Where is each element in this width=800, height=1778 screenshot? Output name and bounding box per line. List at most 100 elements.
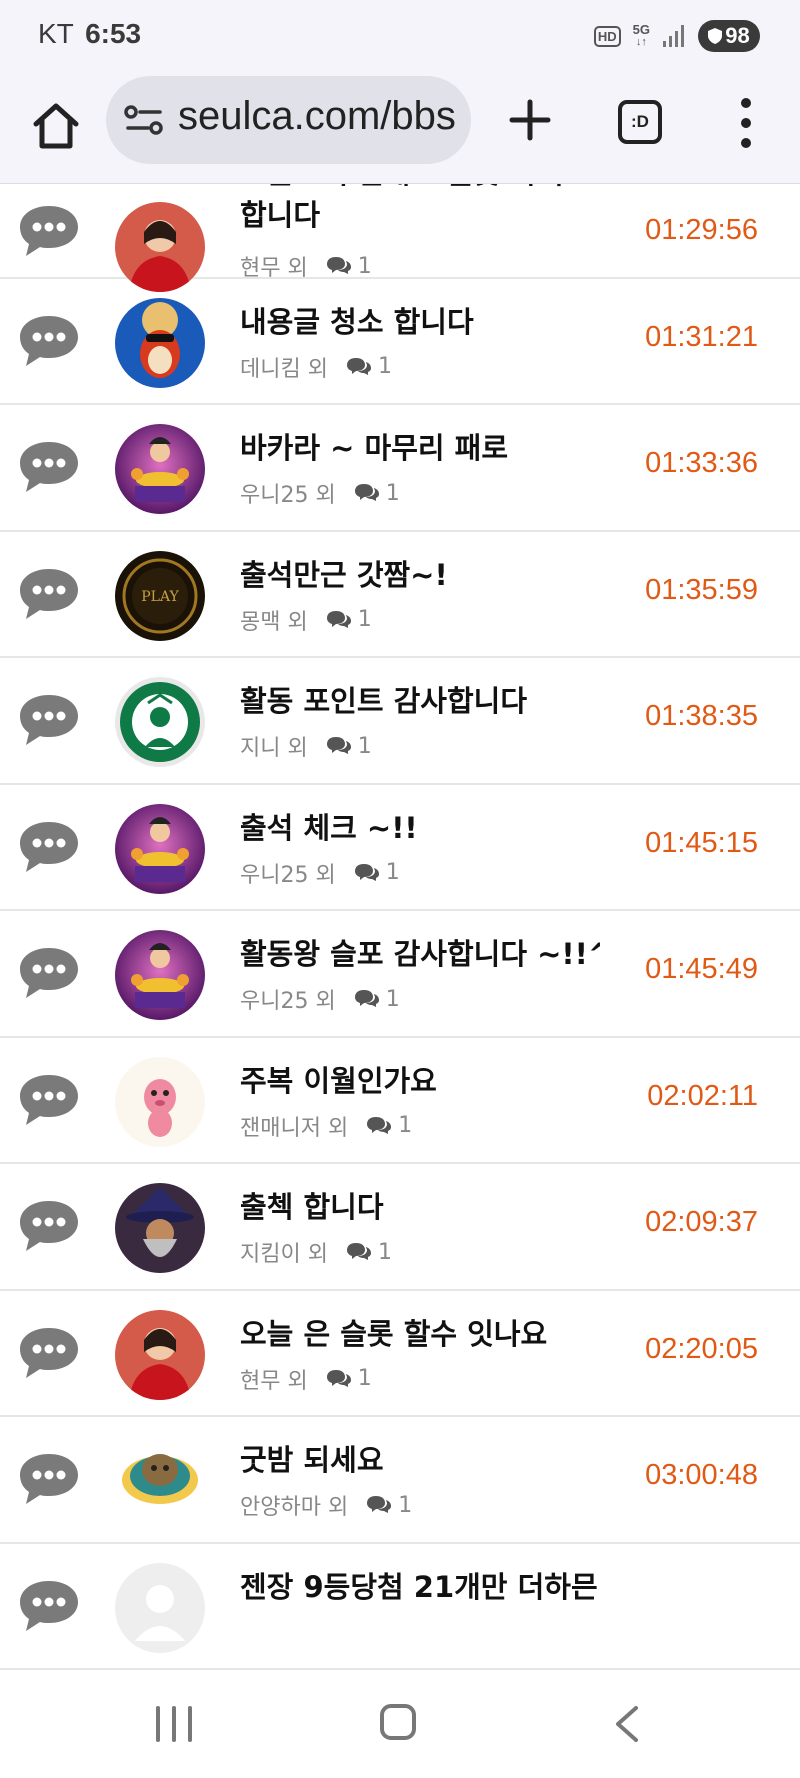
comments-icon [346,356,372,378]
post-meta: 현무 외 1 [240,250,372,282]
post-row[interactable]: 내용글 청소 합니다 데니킴 외 1 01:31:21 [0,279,800,405]
avatar[interactable]: PLAY [115,550,205,641]
comment-count: 1 [357,733,372,759]
url-text[interactable]: seulca.com/bbs [178,94,456,139]
comments-icon [366,1494,392,1516]
chat-bubble-icon [16,1450,82,1508]
home-icon[interactable] [28,98,84,154]
post-row[interactable]: 활동 포인트 감사합니다지니 외 1 01:38:35 [0,658,800,785]
tab-switcher-icon[interactable]: :D [618,100,662,144]
post-row[interactable]: 바카라 ~ 마무리 패로 우니25 외 1 01:33:36 [0,405,800,532]
network-type-icon: 5G ↓↑ [632,22,650,48]
comment-count: 1 [385,986,400,1012]
tab-switcher-label: :D [631,112,649,131]
post-row[interactable]: 출첵 합니다 지킴이 외 1 02:09:37 [0,1164,800,1291]
post-time: 03:00:48 [645,1459,758,1491]
post-row[interactable]: 젠장 9등당첨 21개만 더하믄 [0,1544,800,1670]
post-author: 지니 외 [240,736,308,761]
post-title[interactable]: 활동 포인트 감사합니다 [240,680,600,722]
avatar[interactable] [115,1183,205,1273]
avatar[interactable] [115,677,205,767]
post-title[interactable]: 활동왕 슬포 감사합니다 ~!!^^ [240,933,600,975]
comments-icon [354,988,380,1010]
home-nav-icon[interactable] [380,1704,416,1740]
status-left: KT 6:53 [38,18,141,50]
new-tab-plus-icon[interactable] [506,96,554,144]
avatar[interactable] [115,803,205,894]
avatar[interactable] [115,1436,205,1526]
signal-icon [663,25,684,47]
post-title[interactable]: 오늘도 루틴대로 슬롯 하려 합니다 [240,184,600,236]
post-title[interactable]: 출석 체크 ~!! [240,807,600,849]
post-time: 01:45:15 [645,826,758,859]
battery-shield-icon [708,28,723,44]
post-title[interactable]: 내용글 청소 합니다 [240,301,600,343]
post-author: 우니25 외 [240,989,336,1014]
recent-apps-icon[interactable] [156,1706,192,1742]
comments-icon [326,1368,352,1390]
post-row[interactable]: 출석 체크 ~!! 우니25 외 1 01:45:15 [0,785,800,911]
chat-bubble-icon [16,312,82,370]
comment-count: 1 [385,480,400,506]
post-title[interactable]: 출석만근 갓짬~! [240,554,600,596]
post-title[interactable]: 출첵 합니다 [240,1186,600,1228]
post-meta: 현무 외 1 [240,1363,372,1395]
more-menu-icon[interactable] [734,98,758,148]
avatar[interactable] [115,1562,205,1653]
comment-count: 1 [377,354,392,379]
chat-bubble-icon [16,691,82,749]
post-time: 01:38:35 [645,700,758,732]
chat-bubble-icon [16,1324,82,1382]
site-settings-icon[interactable] [124,104,164,136]
comments-icon [354,482,380,504]
post-row[interactable]: 활동왕 슬포 감사합니다 ~!!^^ 우니25 외 1 01:45:49 [0,911,800,1038]
post-row[interactable]: 오늘도 루틴대로 슬롯 하려 합니다현무 외 1 01:29:56 [0,184,800,292]
post-row[interactable]: 굿밤 되세요 안양하마 외 1 03:00:48 [0,1417,800,1544]
post-title[interactable]: 바카라 ~ 마무리 패로 [240,427,600,469]
comment-count: 1 [377,1239,392,1265]
chat-bubble-icon [16,818,82,876]
comment-count: 1 [357,607,372,632]
comment-count: 1 [357,253,372,279]
post-time: 02:20:05 [645,1332,758,1365]
avatar[interactable] [115,297,205,388]
address-bar[interactable]: seulca.com/bbs [106,76,471,164]
post-meta: 지킴이 외 1 [240,1236,392,1268]
post-title[interactable]: 오늘 은 슬롯 할수 잇나요 [240,1313,600,1355]
post-list: 오늘도 루틴대로 슬롯 하려 합니다현무 외 1 01:29:56 내용글 청소 합니… [0,184,800,1670]
network-type-label: 5G [632,22,650,37]
avatar[interactable] [115,930,205,1020]
comments-icon [354,862,380,884]
post-row[interactable]: 오늘 은 슬롯 할수 잇나요현무 외 1 02:20:05 [0,1291,800,1417]
post-list-viewport[interactable]: 오늘도 루틴대로 슬롯 하려 합니다현무 외 1 01:29:56 내용글 청소 합니… [0,184,800,1672]
post-meta: 우니25 외 1 [240,857,400,889]
post-author: 우니25 외 [240,862,336,888]
browser-toolbar: seulca.com/bbs :D [0,72,800,184]
post-time: 02:02:11 [647,1079,758,1112]
post-meta: 데니킴 외 1 [240,351,392,383]
post-row[interactable]: 주복 이월인가요잰매니저 외 1 02:02:11 [0,1038,800,1164]
chat-bubble-icon [16,1577,82,1635]
post-row[interactable]: PLAY 출석만근 갓짬~! 몽맥 외 1 01:35:59 [0,532,800,658]
post-time: 01:45:49 [645,953,758,985]
chat-bubble-icon [16,944,82,1002]
post-meta: 지니 외 1 [240,730,372,762]
chat-bubble-icon [16,565,82,623]
hd-voice-icon: HD [593,25,621,47]
post-author: 지킴이 외 [240,1242,328,1267]
post-author: 잰매니저 외 [240,1115,349,1141]
status-bar: KT 6:53 HD 5G ↓↑ 98 [0,0,800,72]
post-title[interactable]: 주복 이월인가요 [240,1060,600,1102]
back-nav-icon[interactable] [612,1704,640,1744]
post-meta: 잰매니저 외 1 [240,1110,412,1142]
comment-count: 1 [385,860,400,885]
post-title[interactable]: 굿밤 되세요 [240,1439,600,1481]
avatar[interactable] [115,1309,205,1400]
chat-bubble-icon [16,438,82,496]
avatar[interactable] [115,424,205,514]
post-author: 몽맥 외 [240,609,308,635]
avatar[interactable] [115,1056,205,1147]
comments-icon [346,1241,372,1263]
carrier-label: KT [38,18,74,49]
post-title[interactable]: 젠장 9등당첨 21개만 더하믄 [240,1566,600,1608]
